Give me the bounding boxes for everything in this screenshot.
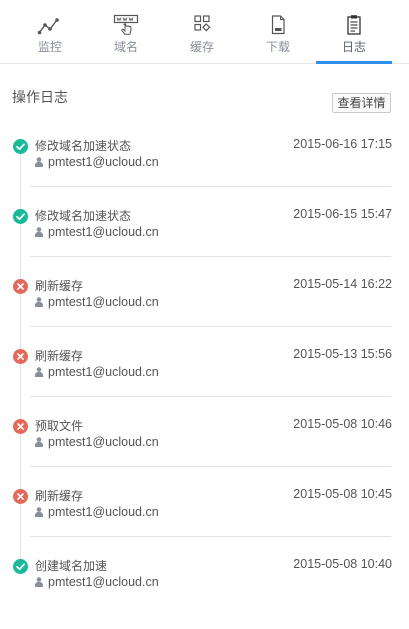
tab-cache[interactable]: 缓存 <box>164 0 240 64</box>
log-action: 刷新缓存 <box>35 279 84 293</box>
log-divider <box>30 326 391 327</box>
log-divider <box>30 396 391 397</box>
success-check-icon <box>13 559 28 574</box>
user-icon <box>35 577 43 587</box>
log-user: pmtest1@ucloud.cn <box>48 155 159 169</box>
log-time: 2015-05-08 10:45 <box>293 487 392 501</box>
log-action: 刷新缓存 <box>35 489 84 503</box>
failure-x-icon <box>13 349 28 364</box>
section-title: 操作日志 <box>12 89 68 105</box>
tab-cache-label: 缓存 <box>189 40 214 54</box>
user-icon <box>35 507 43 517</box>
log-item: 刷新缓存 2015-05-14 16:22 pmtest1@ucloud.cn <box>0 277 409 349</box>
log-user: pmtest1@ucloud.cn <box>48 225 159 239</box>
log-item: 修改域名加速状态 2015-06-15 15:47 pmtest1@ucloud.c… <box>0 207 409 279</box>
tab-monitor[interactable]: 监控 <box>12 0 88 64</box>
log-item: 创建域名加速 2015-05-08 10:40 pmtest1@ucloud.cn <box>0 557 409 629</box>
log-time: 2015-05-14 16:22 <box>293 277 392 291</box>
log-time: 2015-05-13 15:56 <box>293 347 392 361</box>
log-item: 预取文件 2015-05-08 10:46 pmtest1@ucloud.cn <box>0 417 409 489</box>
cache-grid-icon <box>194 15 211 32</box>
log-action: 创建域名加速 <box>35 559 108 573</box>
log-divider <box>30 186 391 187</box>
tab-domain[interactable]: 域名 <box>88 0 164 64</box>
user-icon <box>35 437 43 447</box>
tab-download[interactable]: 下载 <box>240 0 316 64</box>
log-user: pmtest1@ucloud.cn <box>48 295 159 309</box>
failure-x-icon <box>13 279 28 294</box>
log-action: 预取文件 <box>35 419 84 433</box>
log-divider <box>30 256 391 257</box>
success-check-icon <box>13 209 28 224</box>
log-action: 刷新缓存 <box>35 349 84 363</box>
failure-x-icon <box>13 419 28 434</box>
tab-log-label: 日志 <box>341 40 366 54</box>
log-time: 2015-06-15 15:47 <box>293 207 392 221</box>
user-icon <box>35 157 43 167</box>
log-item: 刷新缓存 2015-05-13 15:56 pmtest1@ucloud.cn <box>0 347 409 419</box>
success-check-icon <box>13 139 28 154</box>
user-icon <box>35 297 43 307</box>
log-time: 2015-05-08 10:46 <box>293 417 392 431</box>
log-divider <box>30 536 391 537</box>
log-time: 2015-06-16 17:15 <box>293 137 392 151</box>
active-tab-indicator <box>316 61 392 64</box>
log-divider <box>30 466 391 467</box>
user-icon <box>35 227 43 237</box>
tab-domain-label: 域名 <box>113 40 138 54</box>
log-user: pmtest1@ucloud.cn <box>48 575 159 589</box>
log-user: pmtest1@ucloud.cn <box>48 365 159 379</box>
log-time: 2015-05-08 10:40 <box>293 557 392 571</box>
log-user: pmtest1@ucloud.cn <box>48 435 159 449</box>
line-chart-icon <box>37 18 59 35</box>
user-icon <box>35 367 43 377</box>
file-download-icon <box>271 15 285 35</box>
clipboard-log-icon <box>347 15 361 35</box>
log-action: 修改域名加速状态 <box>35 209 132 223</box>
log-item: 修改域名加速状态 2015-06-16 17:15 pmtest1@ucloud.c… <box>0 137 409 209</box>
www-domain-icon <box>113 14 139 35</box>
tab-download-label: 下载 <box>265 40 290 54</box>
tab-log[interactable]: 日志 <box>316 0 392 64</box>
failure-x-icon <box>13 489 28 504</box>
log-user: pmtest1@ucloud.cn <box>48 505 159 519</box>
log-item: 刷新缓存 2015-05-08 10:45 pmtest1@ucloud.cn <box>0 487 409 559</box>
tab-bar: 监控 域名 缓存 下载 日志 <box>0 0 409 64</box>
log-action: 修改域名加速状态 <box>35 139 132 153</box>
tab-monitor-label: 监控 <box>37 40 62 54</box>
view-details-button[interactable]: 查看详情 <box>332 93 391 113</box>
